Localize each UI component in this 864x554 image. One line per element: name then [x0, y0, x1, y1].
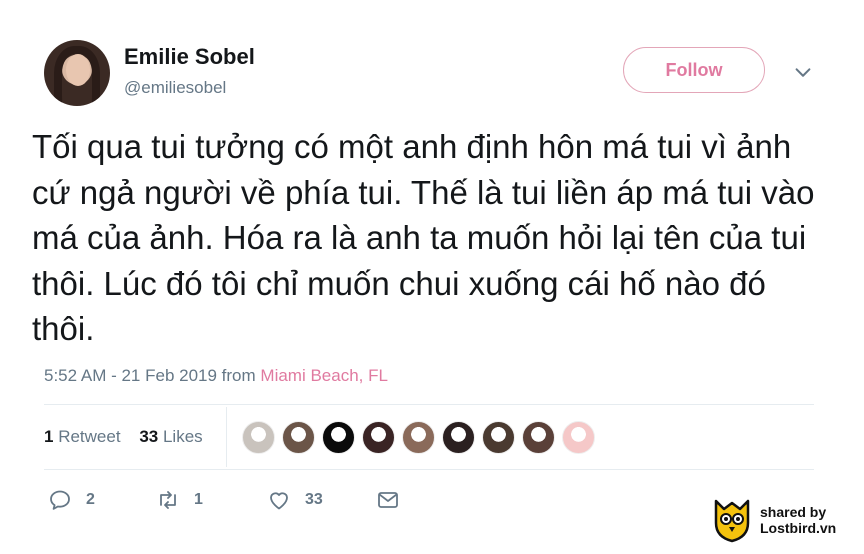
- user-handle[interactable]: @emiliesobel: [124, 78, 226, 98]
- retweet-action[interactable]: 1: [156, 488, 203, 512]
- watermark-line1: shared by: [760, 504, 827, 520]
- reply-icon: [50, 490, 70, 510]
- retweet-count: 1: [194, 491, 203, 508]
- like-count: 33: [305, 491, 323, 508]
- liker-avatar[interactable]: [402, 421, 435, 454]
- likes-count: 33: [139, 427, 159, 446]
- retweets-label: Retweet: [58, 427, 121, 446]
- heart-icon: [270, 492, 288, 510]
- divider-top: [44, 404, 814, 405]
- likes-stat[interactable]: 33 Likes: [139, 427, 202, 446]
- follow-button[interactable]: Follow: [623, 47, 765, 93]
- tweet-timestamp[interactable]: 5:52 AM - 21 Feb 2019 from: [44, 366, 260, 385]
- liker-avatar[interactable]: [482, 421, 515, 454]
- retweet-icon: [160, 491, 176, 509]
- reply-count: 2: [86, 491, 95, 508]
- message-action[interactable]: [376, 488, 414, 512]
- avatar-face: [66, 54, 90, 86]
- retweets-stat[interactable]: 1 Retweet: [44, 427, 121, 446]
- liker-avatar[interactable]: [242, 421, 275, 454]
- watermark: shared by Lostbird.vn: [712, 497, 836, 543]
- likers-avatars: [242, 421, 602, 455]
- watermark-line2: Lostbird.vn: [760, 520, 837, 536]
- tweet-meta: 5:52 AM - 21 Feb 2019 from Miami Beach, …: [44, 366, 388, 386]
- chevron-down-icon[interactable]: [792, 62, 814, 84]
- reply-action[interactable]: 2: [48, 488, 95, 512]
- liker-avatar[interactable]: [562, 421, 595, 454]
- liker-avatar[interactable]: [442, 421, 475, 454]
- avatar[interactable]: [44, 40, 110, 106]
- stats-divider: [226, 407, 227, 467]
- liker-avatar[interactable]: [322, 421, 355, 454]
- user-name[interactable]: Emilie Sobel: [124, 44, 255, 70]
- divider-bottom: [44, 469, 814, 470]
- likes-label: Likes: [162, 427, 203, 446]
- owl-logo-icon: [714, 499, 750, 543]
- liker-avatar[interactable]: [282, 421, 315, 454]
- tweet-text: Tối qua tui tưởng có một anh định hôn má…: [32, 128, 815, 347]
- watermark-text: shared by Lostbird.vn: [760, 504, 836, 536]
- retweets-count: 1: [44, 427, 54, 446]
- tweet-location[interactable]: Miami Beach, FL: [260, 366, 388, 385]
- like-action[interactable]: 33: [267, 488, 323, 512]
- envelope-icon: [378, 492, 398, 508]
- liker-avatar[interactable]: [362, 421, 395, 454]
- liker-avatar[interactable]: [522, 421, 555, 454]
- tweet-stats: 1 Retweet 33 Likes: [44, 427, 203, 447]
